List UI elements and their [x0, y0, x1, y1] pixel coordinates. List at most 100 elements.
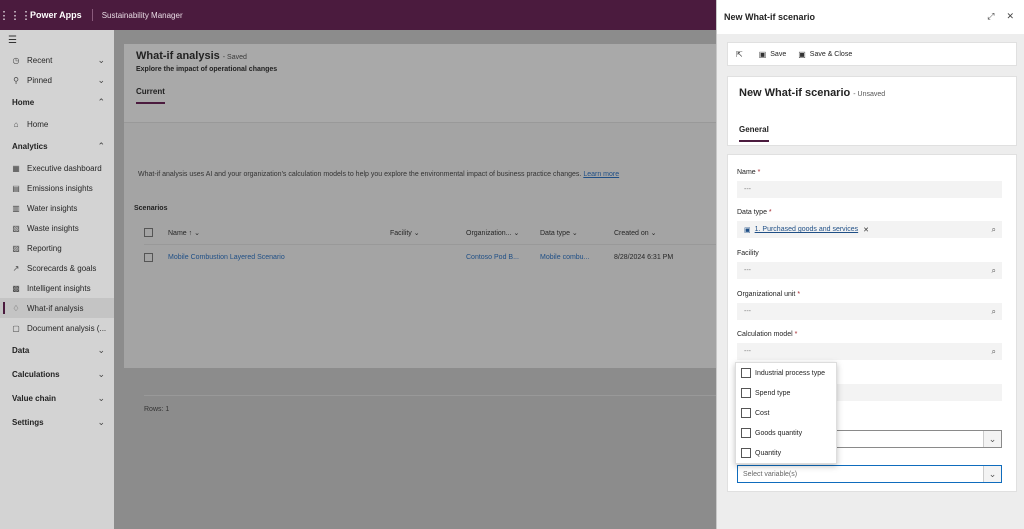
name-field[interactable]: --- [737, 181, 1002, 198]
checkbox[interactable] [741, 368, 751, 378]
sidebar-item-waste-insights[interactable]: ▧ Waste insights [0, 218, 114, 238]
save-button[interactable]: ▣ Save [759, 50, 787, 59]
sidebar-item-water-insights[interactable]: ▥ Water insights [0, 198, 114, 218]
tab-general[interactable]: General [739, 125, 769, 142]
dropdown-option[interactable]: Spend type [736, 383, 836, 403]
search-icon[interactable]: ⌕ [992, 307, 996, 317]
sidebar-group-settings[interactable]: Settings ⌄ [0, 410, 114, 434]
col-datatype[interactable]: Data type ⌄ [540, 229, 578, 237]
row-checkbox[interactable] [144, 252, 153, 262]
dropdown-option[interactable]: Industrial process type [736, 363, 836, 383]
sidebar-group-calculations[interactable]: Calculations ⌄ [0, 362, 114, 386]
option-label: Goods quantity [755, 429, 803, 437]
sidebar-item-what-if-analysis[interactable]: ♢ What-if analysis [0, 298, 114, 318]
scenarios-grid: Name ↑ ⌄ Facility ⌄ Organization... ⌄ Da… [144, 221, 716, 269]
calcmodel-lookup[interactable]: --- ⌕ [737, 343, 1002, 360]
chevron-up-icon[interactable]: ⌃ [97, 97, 105, 108]
chevron-down-icon[interactable]: ⌄ [97, 393, 105, 404]
expand-icon[interactable]: ⤢ [987, 11, 994, 22]
name-label: Name * [737, 169, 760, 176]
col-created-on[interactable]: Created on ⌄ [614, 229, 656, 237]
select-all-checkbox[interactable] [144, 228, 153, 237]
dropdown-option[interactable]: Cost [736, 403, 836, 423]
sidebar-item-executive-dashboard[interactable]: ▦ Executive dashboard [0, 158, 114, 178]
sidebar-item-recent[interactable]: ◷ Recent ⌄ [0, 50, 114, 70]
command-bar: ⇱ ▣ Save ▣ Save & Close [727, 42, 1017, 66]
checkbox[interactable] [741, 388, 751, 398]
cell-organization[interactable]: Contoso Pod B... [466, 254, 519, 261]
checkbox[interactable] [741, 408, 751, 418]
search-icon[interactable]: ⌕ [992, 347, 996, 357]
search-icon[interactable]: ⌕ [992, 225, 996, 235]
required-mark: * [768, 209, 772, 216]
sidebar-item-label: Home [27, 119, 49, 129]
close-icon[interactable]: ✕ [1006, 11, 1014, 22]
col-organization[interactable]: Organization... ⌄ [466, 229, 519, 237]
sidebar-item-emissions-insights[interactable]: ▤ Emissions insights [0, 178, 114, 198]
sidebar-item-scorecards-goals[interactable]: ↗ Scorecards & goals [0, 258, 114, 278]
chevron-down-icon[interactable]: ⌄ [983, 466, 1001, 482]
panel-header: New What-if scenario ⤢ ✕ [717, 0, 1024, 34]
checkbox[interactable] [741, 428, 751, 438]
popout-button[interactable]: ⇱ [736, 50, 747, 59]
facility-label: Facility [737, 250, 759, 257]
save-close-button[interactable]: ▣ Save & Close [798, 50, 852, 59]
tab-current[interactable]: Current [136, 87, 165, 104]
dropdown-option[interactable]: Quantity [736, 443, 836, 463]
col-name[interactable]: Name ↑ ⌄ [168, 229, 200, 237]
save-icon: ▣ [758, 49, 767, 59]
sidebar-item-home[interactable]: ⌂ Home [0, 114, 114, 134]
sidebar-group-value-chain[interactable]: Value chain ⌄ [0, 386, 114, 410]
variables-select[interactable]: Select variable(s) ⌄ [737, 465, 1002, 483]
option-label: Cost [755, 409, 770, 417]
chevron-down-icon[interactable]: ⌄ [97, 345, 105, 356]
app-launcher-icon[interactable]: ⋮⋮⋮ [0, 0, 32, 30]
app-name[interactable]: Sustainability Manager [93, 11, 183, 20]
col-organization-label: Organization... [466, 229, 512, 237]
dropdown-option[interactable]: Goods quantity [736, 423, 836, 443]
sidebar-item-label: Water insights [27, 203, 78, 213]
facility-lookup[interactable]: --- ⌕ [737, 262, 1002, 279]
hamburger-menu-icon[interactable]: ☰ [0, 30, 114, 50]
grid-divider [144, 395, 716, 396]
col-facility[interactable]: Facility ⌄ [390, 229, 420, 237]
waste-icon: ▧ [12, 223, 20, 233]
variables-dropdown: Industrial process type Spend type Cost … [735, 362, 837, 464]
learn-more-link[interactable]: Learn more [583, 171, 619, 178]
sidebar-item-label: Analytics [12, 141, 48, 151]
chevron-down-icon[interactable]: ⌄ [983, 431, 1001, 447]
sidebar-group-data[interactable]: Data ⌄ [0, 338, 114, 362]
chevron-down-icon[interactable]: ⌄ [97, 417, 105, 428]
remove-tag-icon[interactable]: ✕ [863, 226, 869, 234]
sidebar-item-intelligent-insights[interactable]: ▩ Intelligent insights [0, 278, 114, 298]
sidebar-item-label: Reporting [27, 243, 62, 253]
sidebar-item-document-analysis[interactable]: ▢ Document analysis (... [0, 318, 114, 338]
datatype-tag[interactable]: ▣ 1. Purchased goods and services ✕ [744, 226, 869, 234]
brand-name[interactable]: Power Apps [30, 9, 93, 21]
sidebar-item-label: Waste insights [27, 223, 79, 233]
sidebar-group-analytics[interactable]: Analytics ⌃ [0, 134, 114, 158]
scorecard-icon: ↗ [12, 263, 20, 273]
datatype-lookup[interactable]: ▣ 1. Purchased goods and services ✕ ⌕ [737, 221, 1002, 238]
app-header: ⋮⋮⋮ Power Apps Sustainability Manager [0, 0, 716, 30]
save-label: Save [770, 50, 787, 58]
sidebar-item-label: Emissions insights [27, 183, 93, 193]
form-header: New What-if scenario - Unsaved General [727, 76, 1017, 146]
table-row[interactable]: Mobile Combustion Layered Scenario Conto… [144, 245, 716, 269]
checkbox[interactable] [741, 448, 751, 458]
cell-datatype[interactable]: Mobile combu... [540, 254, 589, 261]
orgunit-label: Organizational unit * [737, 291, 800, 298]
chevron-down-icon[interactable]: ⌄ [97, 55, 105, 66]
chevron-down-icon[interactable]: ⌄ [97, 75, 105, 86]
sidebar-item-pinned[interactable]: ⚲ Pinned ⌄ [0, 70, 114, 90]
search-icon[interactable]: ⌕ [992, 266, 996, 276]
sidebar-item-label: Home [12, 97, 35, 107]
cell-name[interactable]: Mobile Combustion Layered Scenario [168, 254, 285, 261]
chevron-down-icon[interactable]: ⌄ [97, 369, 105, 380]
orgunit-lookup[interactable]: --- ⌕ [737, 303, 1002, 320]
sidebar-item-reporting[interactable]: ▨ Reporting [0, 238, 114, 258]
datatype-label-text: Data type [737, 209, 767, 216]
chevron-up-icon[interactable]: ⌃ [97, 141, 105, 152]
datatype-tag-text[interactable]: 1. Purchased goods and services [755, 226, 859, 233]
sidebar-group-home[interactable]: Home ⌃ [0, 90, 114, 114]
